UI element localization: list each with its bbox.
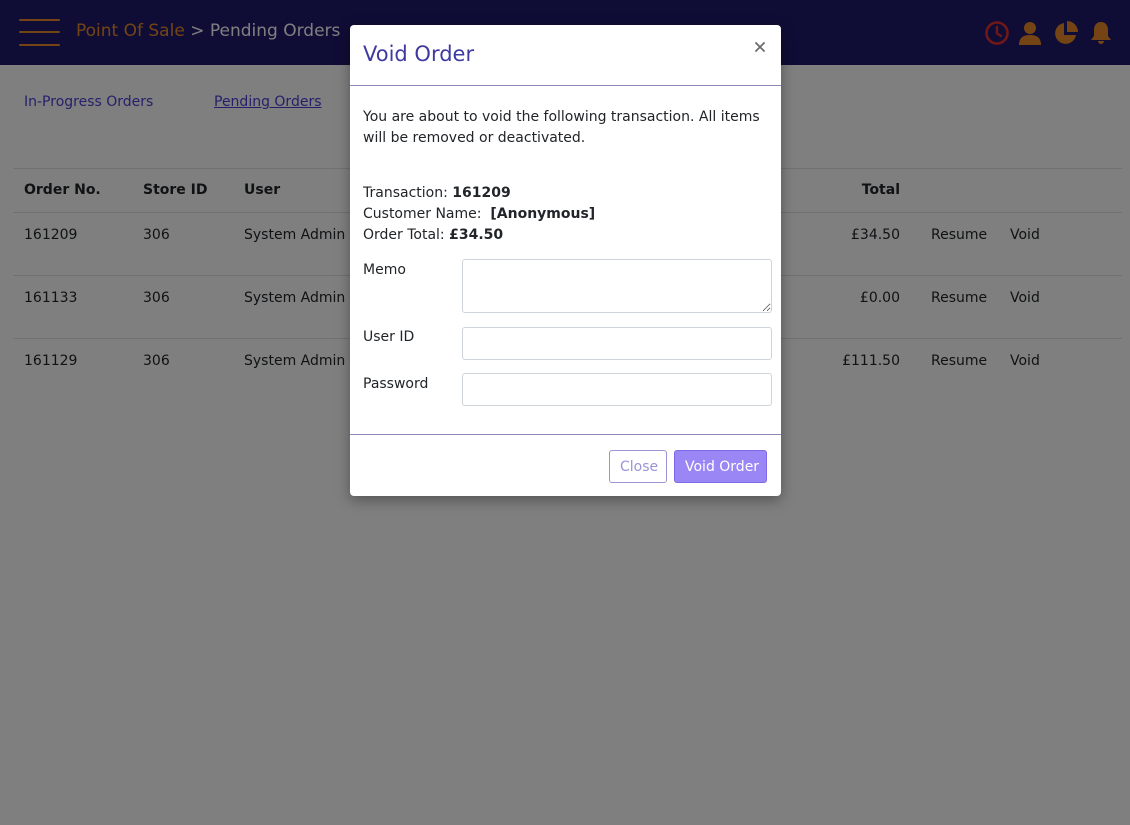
password-field[interactable] xyxy=(462,373,772,406)
order-total-line: Order Total: £34.50 xyxy=(363,225,768,246)
memo-row: Memo xyxy=(363,259,772,313)
dialog-header: Void Order xyxy=(350,25,781,86)
password-label: Password xyxy=(363,376,429,392)
user-id-row: User ID xyxy=(363,327,772,360)
memo-label: Memo xyxy=(363,262,406,278)
void-order-dialog: Void Order You are about to void the fol… xyxy=(350,25,781,496)
close-button[interactable]: Close xyxy=(609,450,667,483)
close-icon[interactable] xyxy=(753,40,767,54)
memo-field[interactable] xyxy=(462,259,772,313)
order-total-label: Order Total: xyxy=(363,227,445,243)
dialog-footer: Close Void Order xyxy=(350,434,781,496)
customer-value: [Anonymous] xyxy=(490,206,596,222)
transaction-summary: Transaction: 161209 Customer Name: [Anon… xyxy=(363,183,768,246)
void-warning-text: You are about to void the following tran… xyxy=(363,109,760,146)
dialog-body: You are about to void the following tran… xyxy=(363,107,768,246)
transaction-value: 161209 xyxy=(452,185,511,201)
void-order-button[interactable]: Void Order xyxy=(674,450,767,483)
user-id-label: User ID xyxy=(363,329,415,345)
order-total-value: £34.50 xyxy=(449,227,504,243)
customer-line: Customer Name: [Anonymous] xyxy=(363,204,768,225)
transaction-line: Transaction: 161209 xyxy=(363,183,768,204)
dialog-title: Void Order xyxy=(363,42,475,66)
customer-label: Customer Name: xyxy=(363,206,482,222)
password-row: Password xyxy=(363,373,772,406)
user-id-field[interactable] xyxy=(462,327,772,360)
transaction-label: Transaction: xyxy=(363,185,448,201)
